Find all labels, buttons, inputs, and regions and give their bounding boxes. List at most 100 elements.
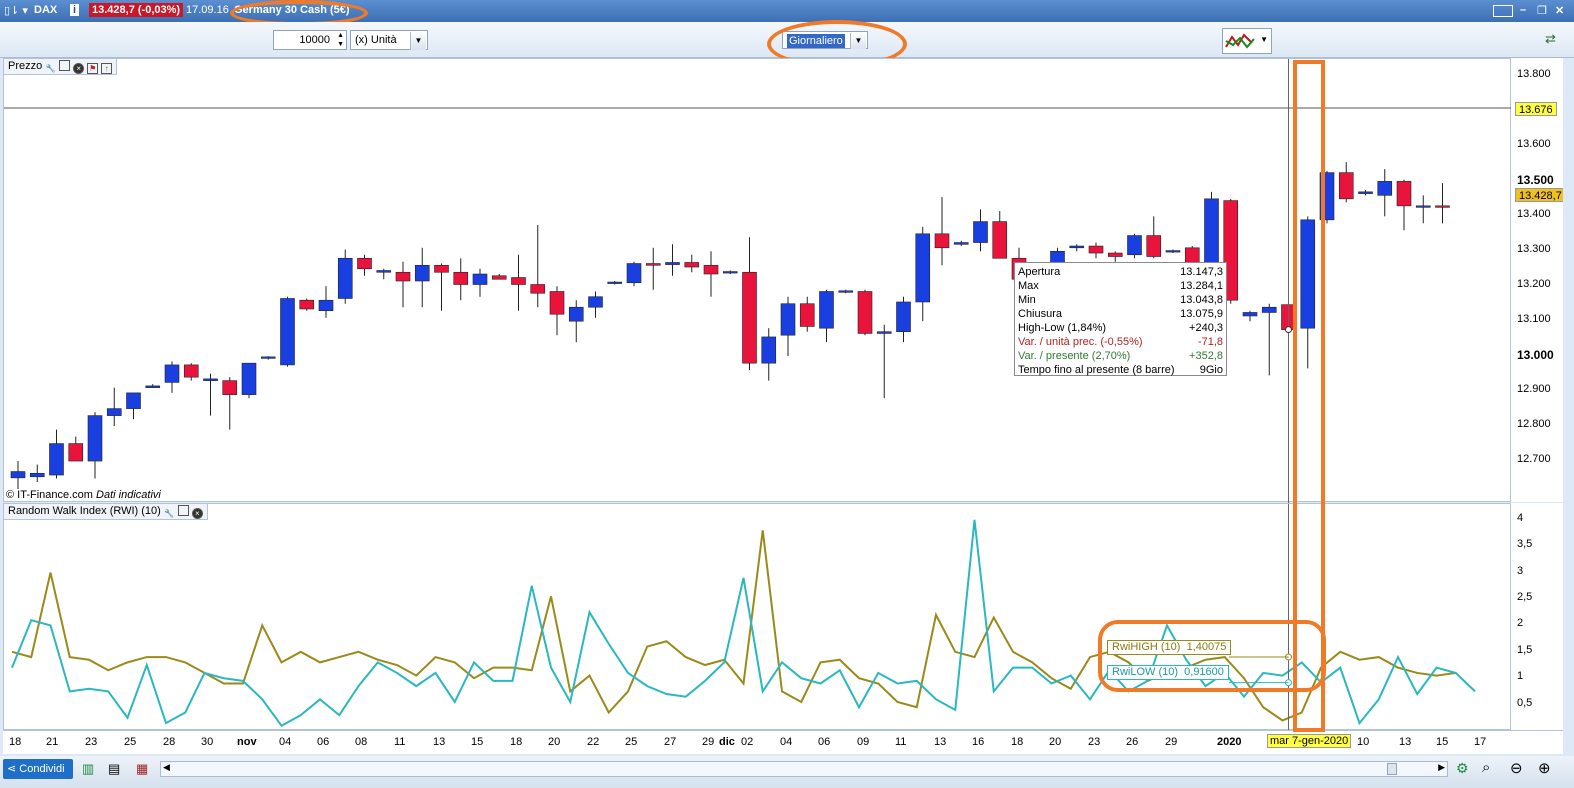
rwi-tick: 2: [1517, 617, 1524, 630]
date-tick: 09: [857, 736, 870, 748]
price-tick: 13.100: [1517, 313, 1551, 326]
candle-body: [106, 408, 122, 416]
window-icon[interactable]: [177, 505, 189, 516]
candle-body: [29, 472, 45, 478]
quantity-value: 10000: [299, 34, 330, 46]
candle-body: [491, 275, 507, 280]
chart-type-icon[interactable]: ▯⇂ ▾: [4, 4, 28, 17]
candle-body: [1146, 235, 1162, 257]
bars-icon[interactable]: ▦: [136, 761, 148, 777]
candle-body: [684, 262, 700, 268]
indicator-panel[interactable]: Random Walk Index (RWI) (10) 🔧 × RwiHIGH (…: [3, 503, 1512, 731]
tooltip-row: Apertura 13.147,3: [1018, 266, 1223, 280]
candle-body: [1088, 245, 1104, 254]
price-panel-title: Prezzo: [8, 60, 43, 72]
tooltip-label: Max: [1018, 280, 1039, 292]
candle-body: [934, 233, 950, 249]
price-tick: 13.300: [1517, 243, 1551, 256]
candle-body: [414, 264, 430, 282]
chevron-down-icon[interactable]: ▼: [410, 32, 426, 50]
scroll-left-icon[interactable]: ◀: [163, 762, 170, 773]
price-chart[interactable]: [4, 59, 1512, 503]
date-tick: 29: [1165, 736, 1178, 748]
chevron-down-icon[interactable]: ▼: [1260, 35, 1268, 44]
date-tick: 25: [625, 736, 638, 748]
horizontal-scrollbar[interactable]: ◀ ▶: [160, 761, 1448, 777]
chart-settings-icon[interactable]: ⚙: [1456, 760, 1469, 777]
candle-body: [203, 378, 218, 381]
candle-body: [896, 301, 911, 332]
date-tick: 22: [587, 736, 600, 748]
close-icon[interactable]: ✕: [1555, 4, 1564, 17]
tooltip-row: Var. / presente (2,70%) +352,8: [1018, 350, 1223, 364]
candle-body: [607, 281, 623, 284]
minimize-icon[interactable]: –: [1520, 4, 1526, 16]
candle-body: [838, 290, 854, 293]
tooltip-value: 13.075,9: [1180, 308, 1223, 320]
candle-body: [183, 364, 199, 378]
zoom-in-icon[interactable]: ⊕: [1538, 759, 1551, 777]
candle-body: [299, 299, 315, 310]
date-tick: 20: [548, 736, 561, 748]
wrench-icon[interactable]: 🔧: [164, 509, 175, 520]
keyboard-icon[interactable]: [1493, 5, 1513, 17]
scroll-thumb[interactable]: [1387, 763, 1397, 775]
tooltip-label: High-Low (1,84%): [1018, 322, 1107, 334]
settings-icon[interactable]: ⇄: [1545, 31, 1556, 47]
info-icon[interactable]: i: [70, 4, 80, 16]
close-icon[interactable]: ×: [191, 508, 203, 519]
close-icon[interactable]: ×: [73, 63, 85, 74]
watermark-text: © IT-Finance.com: [6, 489, 93, 501]
tooltip-label: Tempo fino al presente (8 barre): [1018, 364, 1175, 376]
list-icon[interactable]: ▤: [108, 761, 120, 777]
candle-body: [819, 291, 834, 329]
date-tick: 11: [394, 736, 406, 748]
candle-body: [953, 242, 969, 245]
date-tick: mar 7-gen-2020: [1267, 734, 1352, 748]
rwi-chart[interactable]: [4, 504, 1512, 731]
candle-body: [915, 233, 931, 303]
tooltip-row: Chiusura 13.075,9: [1018, 308, 1223, 322]
candle-body: [1261, 306, 1277, 313]
date-tick: 23: [1088, 736, 1101, 748]
candle-body: [376, 270, 392, 273]
candles-icon[interactable]: ▥: [82, 761, 94, 777]
candle-body: [10, 471, 26, 479]
price-panel-header: Prezzo 🔧 × ⚑ ↑: [4, 59, 118, 75]
candle-body: [126, 392, 141, 409]
price-axis[interactable]: 13.80013.70013.60013.50013.40013.30013.2…: [1511, 58, 1563, 502]
candle-body: [1242, 312, 1258, 317]
quantity-input[interactable]: 10000 ▲ ▼: [273, 30, 347, 50]
tooltip-label: Min: [1018, 294, 1036, 306]
symbol-label[interactable]: DAX: [34, 4, 57, 16]
candle-body: [1358, 191, 1373, 194]
arrow-up-icon[interactable]: ↑: [101, 63, 113, 74]
flag-icon[interactable]: ⚑: [87, 63, 99, 74]
candle-body: [357, 257, 372, 270]
zoom-fit-icon[interactable]: ⌕: [1482, 759, 1490, 776]
date-tick: 06: [818, 736, 831, 748]
candle-body: [1435, 205, 1450, 208]
zoom-out-icon[interactable]: ⊖: [1510, 759, 1523, 777]
date-tick: 30: [201, 736, 214, 748]
date-tick: 18: [1011, 736, 1024, 748]
indicators-button[interactable]: ▼: [1222, 28, 1272, 54]
spinner-icon[interactable]: ▲ ▼: [337, 31, 344, 49]
maximize-icon[interactable]: ❐: [1537, 4, 1547, 17]
tooltip-value: -71,8: [1197, 336, 1223, 348]
date-axis[interactable]: 18 21 23 25 28 30 nov 04 06 08 11 13 15 18 20 22 25 27 29 d…: [3, 730, 1563, 754]
price-panel[interactable]: Prezzo 🔧 × ⚑ ↑ © IT-Finance.com Dati indicat…: [3, 58, 1512, 503]
indicator-axis[interactable]: 4 3,5 3 2,5 2 1,5 1 0,5: [1511, 503, 1563, 730]
tooltip-row: High-Low (1,84%) +240,3: [1018, 322, 1223, 336]
tooltip-row: Var. / unità prec. (-0,55%) -71,8: [1018, 336, 1223, 350]
scroll-right-icon[interactable]: ▶: [1438, 762, 1445, 773]
wrench-icon[interactable]: 🔧: [45, 64, 56, 75]
share-button[interactable]: ⋖ Condividi: [3, 759, 73, 779]
candle-body: [703, 264, 719, 275]
window-icon[interactable]: [59, 60, 71, 71]
rwi-tick: 2,5: [1517, 591, 1533, 604]
unit-select[interactable]: (x) Unità ▼: [350, 30, 428, 50]
candle-body: [1165, 250, 1181, 253]
candle-body: [780, 303, 796, 336]
candle-body: [68, 443, 84, 462]
